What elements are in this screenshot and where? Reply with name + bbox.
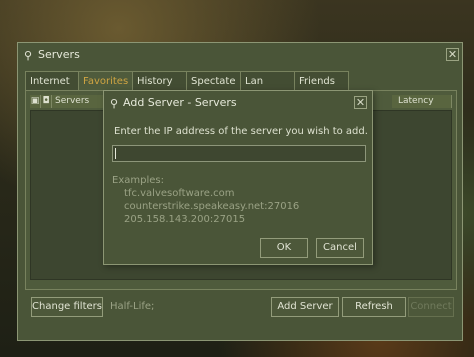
dialog-close-icon[interactable]: ✕ <box>354 96 367 109</box>
add-server-button[interactable]: Add Server <box>271 297 339 317</box>
ip-address-input[interactable] <box>112 145 366 162</box>
steam-icon: ⚲ <box>110 97 119 110</box>
close-icon[interactable]: ✕ <box>446 48 459 61</box>
tab-internet[interactable]: Internet <box>25 71 79 90</box>
refresh-button[interactable]: Refresh <box>342 297 406 317</box>
example-item: tfc.valvesoftware.com <box>124 188 235 199</box>
tab-favorites[interactable]: Favorites <box>78 71 134 91</box>
text-caret <box>115 148 116 159</box>
tab-lan[interactable]: Lan <box>240 71 295 90</box>
dialog-title: Add Server - Servers <box>123 96 237 109</box>
steam-icon: ⚲ <box>24 49 33 62</box>
add-server-dialog: ⚲ Add Server - Servers ✕ Enter the IP ad… <box>103 90 373 265</box>
lock-icon[interactable]: ▣ <box>30 95 41 108</box>
change-filters-button[interactable]: Change filters <box>31 297 103 317</box>
ok-button[interactable]: OK <box>260 238 308 258</box>
tab-history[interactable]: History <box>132 71 187 90</box>
cancel-button[interactable]: Cancel <box>316 238 364 258</box>
tab-spectate[interactable]: Spectate <box>186 71 241 90</box>
shield-icon[interactable]: ◘ <box>41 95 52 108</box>
tab-friends[interactable]: Friends <box>294 71 349 90</box>
example-item: 205.158.143.200:27015 <box>124 214 246 225</box>
column-header-latency[interactable]: Latency <box>392 95 452 108</box>
examples-label: Examples: <box>112 175 164 186</box>
dialog-prompt: Enter the IP address of the server you w… <box>114 126 368 137</box>
example-item: counterstrike.speakeasy.net:27016 <box>124 201 300 212</box>
connect-button[interactable]: Connect <box>408 297 454 317</box>
window-title: Servers <box>38 48 80 61</box>
game-filter-label: Half-Life; <box>110 301 155 312</box>
